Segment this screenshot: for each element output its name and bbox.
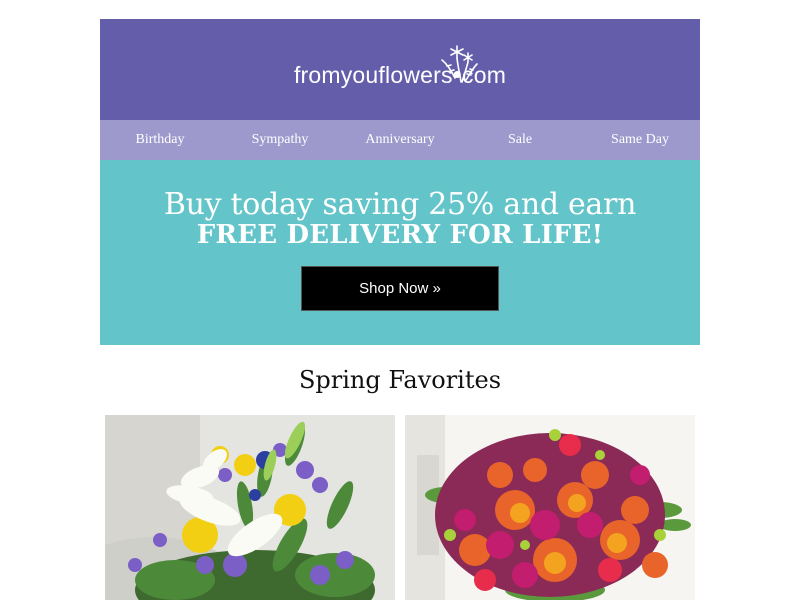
logo-suffix: com: [462, 62, 507, 88]
bouquet-orange-photo: [405, 415, 695, 600]
logo-dot: •: [452, 59, 462, 89]
brand-logo[interactable]: fromyouflowers•com: [100, 59, 700, 90]
nav-item-anniversary[interactable]: Anniversary: [340, 120, 460, 160]
email-container: fromyouflowers•com Birthday Sympathy Ann…: [100, 19, 700, 345]
promo-subheadline: FREE DELIVERY FOR LIFE!: [196, 220, 604, 250]
category-nav: Birthday Sympathy Anniversary Sale Same …: [100, 120, 700, 160]
bouquet-lilies-photo: [105, 415, 395, 600]
section-title: Spring Favorites: [298, 366, 502, 394]
promo-banner: Buy today saving 25% and earn FREE DELIV…: [100, 160, 700, 345]
nav-item-sympathy[interactable]: Sympathy: [220, 120, 340, 160]
promo-headline: Buy today saving 25% and earn: [163, 187, 637, 222]
nav-item-sale[interactable]: Sale: [460, 120, 580, 160]
product-image-bouquet-1[interactable]: [105, 415, 395, 600]
shop-now-button[interactable]: Shop Now »: [301, 266, 499, 311]
header-banner: fromyouflowers•com: [100, 19, 700, 120]
nav-item-birthday[interactable]: Birthday: [100, 120, 220, 160]
product-image-bouquet-2[interactable]: [405, 415, 695, 600]
logo-text: fromyouflowers: [293, 62, 453, 88]
nav-item-same-day[interactable]: Same Day: [580, 120, 700, 160]
